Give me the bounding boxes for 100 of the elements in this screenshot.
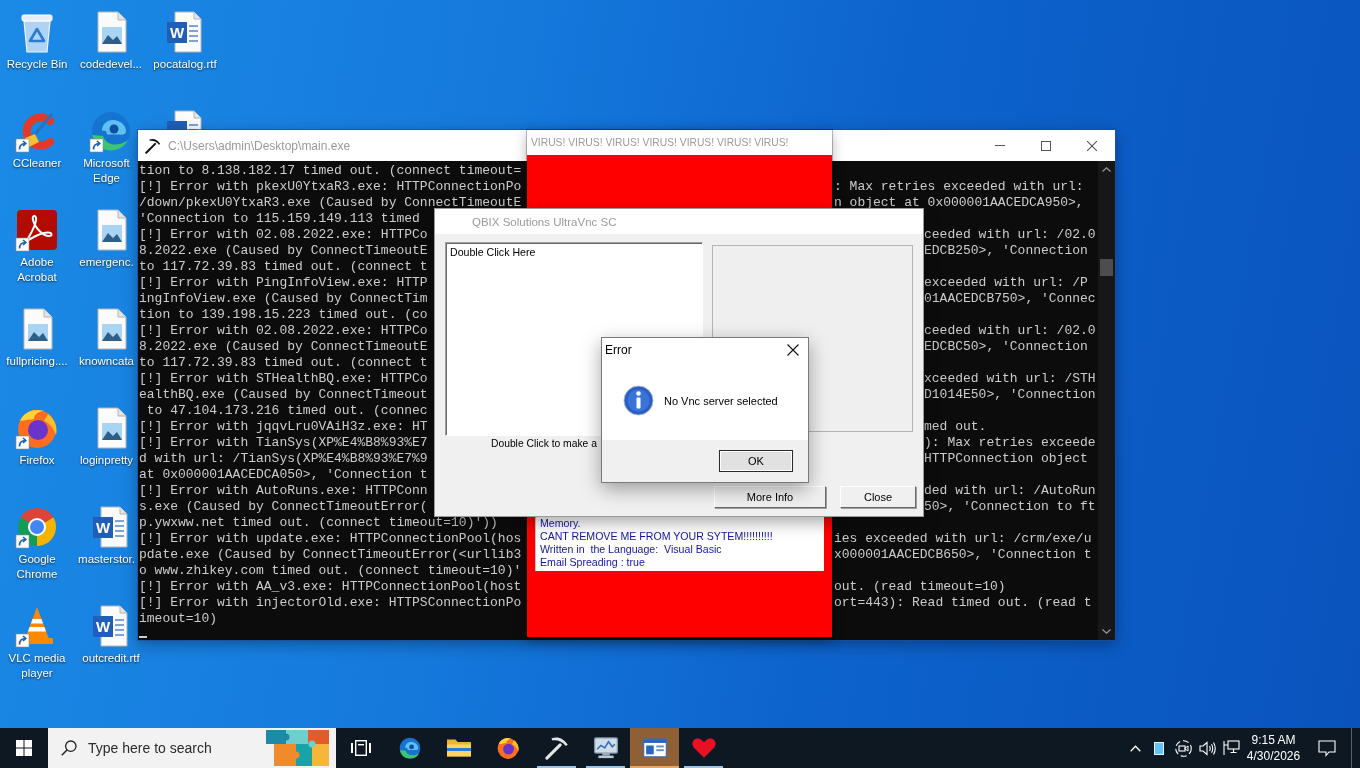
icon-label[interactable]: Google Chrome — [1, 552, 73, 582]
icon-label[interactable]: Recycle Bin — [6, 57, 68, 72]
hint-text: Double Click to make a — [491, 437, 597, 450]
icon-label[interactable]: Adobe Acrobat — [1, 255, 73, 285]
window-title: QBIX Solutions UltraVnc SC — [472, 215, 617, 228]
dialog-button[interactable]: Close — [840, 486, 916, 508]
window-icon — [642, 736, 667, 760]
console-text: HTTPConnection object — [924, 452, 1088, 465]
icon-label[interactable]: Microsoft Edge — [76, 156, 137, 186]
ok-button[interactable]: OK — [719, 450, 793, 472]
console-text: EDCBC50>, 'Connection — [924, 340, 1088, 353]
edge-icon[interactable] — [89, 109, 133, 153]
icon-label[interactable]: Firefox — [19, 453, 55, 468]
network-icon[interactable] — [1223, 740, 1240, 756]
console-text: ): Max retries exceede — [924, 436, 1096, 449]
console-text: : Max retries exceeded with url: — [834, 180, 1084, 193]
close-icon[interactable] — [787, 343, 799, 356]
close-icon[interactable] — [1087, 140, 1097, 151]
scrollbar-thumb[interactable] — [1100, 259, 1113, 276]
console-text: [!] Error with AA_v3.exe: HTTPConnectionPool(host — [139, 580, 522, 593]
console-text: 50>, 'Connection to ft — [924, 500, 1096, 513]
console-text: [!] Error with PingInfoView.exe: HTTP — [139, 276, 428, 289]
console-text: ceeded with url: /02.0 — [924, 324, 1096, 337]
message-text: Memory. — [540, 517, 581, 530]
console-text: ingInfoView.exe (Caused by ConnectTim — [139, 292, 428, 305]
console-text: o www.zhikey.com timed out. (connect timeout=10)' — [139, 564, 522, 577]
console-text: EDCB250>, 'Connection — [924, 244, 1088, 257]
edge-icon — [397, 736, 422, 760]
console-text: 01AACEDCB750>, 'Connec — [924, 292, 1096, 305]
monitor-icon — [593, 736, 618, 760]
text-cursor — [139, 636, 147, 638]
console-text: xceeded with url: /STH — [924, 372, 1096, 385]
window-title: C:\Users\admin\Desktop\main.exe — [168, 138, 351, 153]
message-text: Written in the Language: Visual Basic — [540, 543, 722, 556]
console-text: to 117.72.39.83 timed out. (connect t — [139, 260, 428, 273]
notification-icon[interactable] — [1318, 739, 1336, 757]
firefox-icon — [495, 736, 520, 760]
app-tray-icon[interactable] — [1154, 741, 1164, 755]
icon-label[interactable]: masterstor. — [76, 552, 137, 567]
console-text: ies exceeded with url: /crm/exe/u — [834, 532, 1092, 545]
icon-label[interactable]: knowncata — [76, 354, 137, 369]
clock-time[interactable]: 9:15 AM — [1251, 732, 1296, 748]
list-item[interactable]: Double Click Here — [450, 246, 536, 259]
console-text: s.exe (Caused by ConnectTimeoutError( — [139, 500, 428, 513]
console-text: 8.2022.exe (Caused by ConnectTimeoutE — [139, 340, 428, 353]
chevron-up-icon[interactable] — [1129, 744, 1141, 752]
pickaxe-icon — [145, 137, 161, 154]
icon-label[interactable]: VLC media player — [1, 651, 73, 681]
search-icon — [61, 740, 77, 756]
console-text: [!] Error with pkexU0YtxaR3.exe: HTTPConnectionPo — [139, 180, 522, 193]
console-text: [!] Error with update.exe: HTTPConnectionPool(hos — [139, 532, 522, 545]
icon-label[interactable]: codedevel... — [80, 57, 142, 72]
message-text: CANT REMOVE ME FROM YOUR SYTEM!!!!!!!!!! — [540, 530, 773, 543]
console-text: 8.2022.exe (Caused by ConnectTimeoutE — [139, 244, 428, 257]
console-text: imeout=10) — [139, 612, 217, 625]
console-text: x000001AACEDCB650>, 'Connection t — [834, 548, 1092, 561]
icon-label[interactable]: pocatalog.rtf — [153, 57, 217, 72]
console-text: pdate.exe (Caused by ConnectTimeoutError(<urllib3 — [139, 548, 522, 561]
console-text: [!] Error with 02.08.2022.exe: HTTPCo — [139, 228, 428, 241]
console-text: d with url: /TianSys(XP%E4%B8%93%E7%9 — [139, 452, 428, 465]
pickaxe-icon — [544, 736, 569, 760]
console-text: [!] Error with injectorOld.exe: HTTPSConnectionPo — [139, 596, 522, 609]
console-text: ort=443): Read timed out. (read t — [834, 596, 1092, 609]
acrobat-icon[interactable] — [15, 208, 59, 252]
console-text: ded with url: /AutoRun — [924, 484, 1096, 497]
console-text: to 47.104.173.216 timed out. (connec — [145, 404, 428, 417]
window-title: Error — [605, 342, 632, 357]
scroll-up-icon[interactable] — [1102, 167, 1111, 172]
icon-label[interactable]: emergenc. — [76, 255, 137, 270]
console-text: [!] Error with TianSys(XP%E4%B8%93%E7 — [139, 436, 428, 449]
console-text: [!] Error with 02.08.2022.exe: HTTPCo — [139, 324, 428, 337]
camera-icon[interactable] — [1174, 739, 1192, 757]
maximize-icon[interactable] — [1041, 140, 1051, 151]
icon-label[interactable]: CCleaner — [12, 156, 62, 171]
console-text: [!] Error with STHealthBQ.exe: HTTPCo — [139, 372, 428, 385]
dialog-button[interactable]: More Info — [714, 486, 826, 508]
console-text: at 0x000001AACEDCA050>, 'Connection t — [139, 468, 428, 481]
console-text: p.ywxww.net timed out. (connect timeout=10)')) — [139, 516, 498, 529]
console-text: exceeded with url: /P — [924, 276, 1088, 289]
scroll-down-icon[interactable] — [1102, 629, 1111, 634]
console-text: ceeded with url: /02.0 — [924, 228, 1096, 241]
console-text: to 117.72.39.83 timed out. (connect t — [139, 356, 428, 369]
scrollbar-track[interactable] — [1098, 161, 1115, 640]
window-title: VIRUS! VIRUS! VIRUS! VIRUS! VIRUS! VIRUS! VIRUS! — [531, 137, 789, 148]
message-text: Email Spreading : true — [540, 556, 645, 569]
icon-label[interactable]: fullpricing.... — [6, 354, 68, 369]
windows-logo-icon[interactable] — [16, 740, 32, 756]
clock-date[interactable]: 4/30/2026 — [1246, 748, 1301, 764]
task-view-icon[interactable] — [350, 740, 371, 756]
info-icon — [623, 385, 654, 416]
speaker-icon[interactable] — [1198, 740, 1216, 756]
icon-label[interactable]: loginpretty — [76, 453, 137, 468]
console-text: ealthBQ.exe (Caused by ConnectTimeout — [139, 388, 428, 401]
icon-label[interactable]: outcredit.rtf — [82, 651, 140, 666]
console-text: out. (read timeout=10) — [834, 580, 1006, 593]
console-text: /down/pkexU0YtxaR3.exe (Caused by ConnectTimeoutE — [139, 196, 522, 209]
puzzle-icon — [266, 730, 329, 766]
console-text: n object at 0x000001AACEDCA950>, — [834, 196, 1084, 209]
console-text: med out. — [924, 420, 987, 433]
chrome-icon[interactable] — [15, 505, 59, 549]
